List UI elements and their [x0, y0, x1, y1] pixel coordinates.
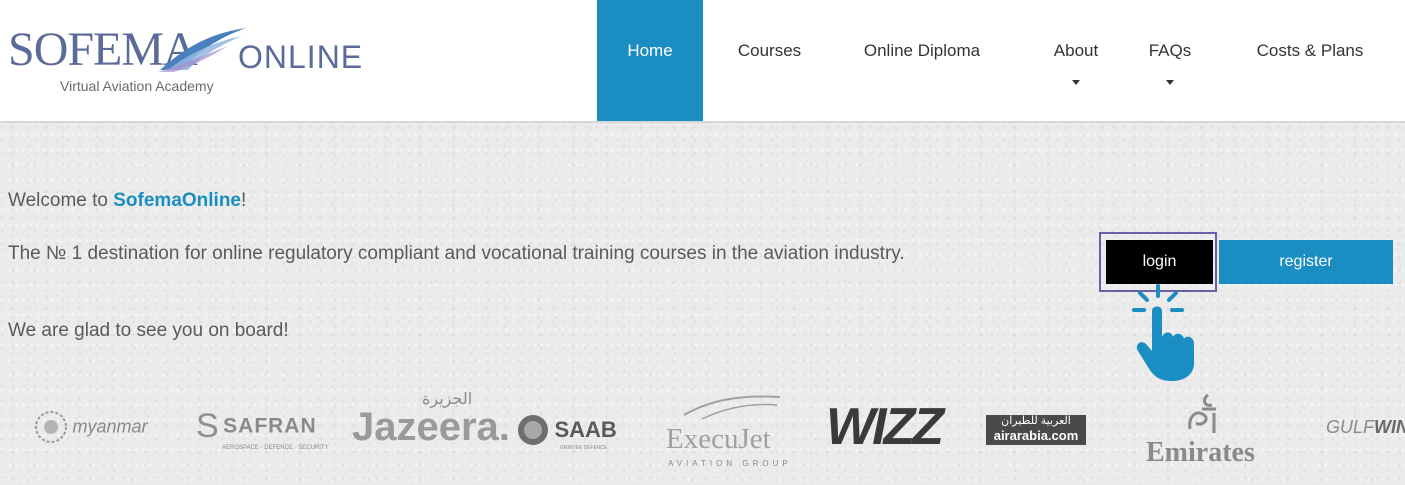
jazeera-text: Jazeera. — [352, 405, 510, 449]
saab-logo: SAAB GRINTEK DEFENCE — [516, 413, 617, 451]
sofema-online-logo[interactable]: SOFEMA ONLINE Virtual Aviation Academy — [8, 22, 362, 102]
register-button[interactable]: register — [1219, 240, 1393, 284]
safran-text: SAFRAN — [223, 414, 317, 438]
nav-home-label: Home — [627, 41, 673, 60]
safran-subtext: AEROSPACE · DEFENCE · SECURITY — [222, 445, 329, 451]
saab-text: SAAB — [554, 417, 617, 442]
nav-about[interactable]: About — [1036, 0, 1116, 121]
nav-online-diploma-label: Online Diploma — [863, 41, 981, 60]
logo-online-text: ONLINE — [238, 39, 364, 75]
gulf-wings-logo: GULFWING — [1326, 417, 1405, 438]
logo-subtitle: Virtual Aviation Academy — [60, 78, 214, 94]
welcome-suffix: ! — [241, 190, 247, 211]
air-arabia-text: airarabia.com — [993, 428, 1079, 443]
emirates-calligraphy-icon — [1188, 393, 1216, 433]
myanmar-airways-logo: myanmar — [34, 410, 147, 444]
nav-faqs[interactable]: FAQs — [1135, 0, 1205, 121]
glad-text: We are glad to see you on board! — [8, 320, 289, 341]
wings-text: WING — [1374, 417, 1405, 437]
partner-logos-strip: myanmar S SAFRAN AEROSPACE · DEFENCE · S… — [0, 385, 1405, 485]
air-arabia-arabic-text: العربية للطيران — [1001, 415, 1071, 427]
safran-logo: S SAFRAN AEROSPACE · DEFENCE · SECURITY — [196, 407, 329, 451]
pointing-hand-icon — [1132, 284, 1194, 381]
faqs-dropdown-caret-icon — [1166, 80, 1174, 85]
saab-subtext: GRINTEK DEFENCE — [560, 445, 608, 451]
myanmar-emblem-icon — [35, 411, 67, 443]
tagline-text: The № 1 destination for online regulator… — [8, 243, 905, 264]
about-dropdown-caret-icon — [1072, 80, 1080, 85]
welcome-heading: Welcome to SofemaOnline! — [8, 190, 246, 212]
nav-home[interactable]: Home — [597, 0, 703, 121]
welcome-prefix: Welcome to — [8, 190, 114, 211]
execujet-logo: ExecuJet AVIATION GROUP — [666, 393, 798, 469]
site-header: SOFEMA ONLINE Virtual Aviation Academy H… — [0, 0, 1405, 123]
nav-costs-plans-label: Costs & Plans — [1256, 41, 1364, 60]
safran-s-icon: S — [196, 407, 219, 445]
wizz-air-logo: WIZZ — [826, 398, 944, 456]
emirates-logo: Emirates — [1146, 389, 1276, 481]
login-button[interactable]: login — [1106, 240, 1213, 284]
welcome-brand: SofemaOnline — [113, 190, 241, 211]
nav-courses-label: Courses — [737, 41, 802, 60]
nav-courses[interactable]: Courses — [718, 0, 821, 121]
logo-wing-icon — [158, 28, 246, 72]
emirates-text: Emirates — [1146, 437, 1255, 468]
saab-griffin-icon — [518, 415, 548, 445]
air-arabia-logo: العربية للطيران airarabia.com — [986, 415, 1086, 445]
myanmar-text: myanmar — [72, 416, 148, 437]
execujet-text: ExecuJet — [666, 423, 771, 455]
nav-costs-plans[interactable]: Costs & Plans — [1230, 0, 1390, 121]
execujet-subtext: AVIATION GROUP — [668, 459, 792, 468]
nav-about-label: About — [1053, 41, 1099, 60]
execujet-swoosh-icon — [683, 395, 781, 420]
nav-faqs-label: FAQs — [1148, 41, 1192, 60]
gulf-text: GULF — [1326, 417, 1375, 437]
nav-online-diploma[interactable]: Online Diploma — [842, 0, 1002, 121]
hero-section: Welcome to SofemaOnline! The № 1 destina… — [0, 123, 1405, 485]
